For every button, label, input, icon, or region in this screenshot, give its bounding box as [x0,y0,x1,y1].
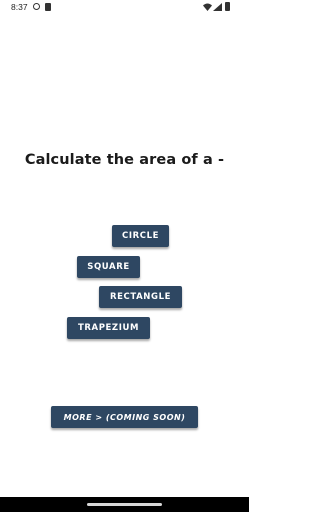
home-gesture-handle[interactable] [87,503,162,506]
status-time: 8:37 [11,2,28,12]
page-title: Calculate the area of a - [24,152,225,168]
navigation-bar [0,497,249,512]
square-button[interactable]: SQUARE [77,256,140,278]
rectangle-button[interactable]: RECTANGLE [99,286,182,308]
status-bar: 8:37 [0,0,249,15]
cc-circle-icon [33,3,40,10]
sd-card-icon [45,3,51,11]
signal-icon [213,3,222,11]
trapezium-button[interactable]: TRAPEZIUM [67,317,150,339]
battery-icon [225,2,230,11]
more-coming-soon-button[interactable]: MORE > (COMING SOON) [51,406,198,428]
circle-button[interactable]: CIRCLE [112,225,169,247]
wifi-icon [203,3,212,11]
